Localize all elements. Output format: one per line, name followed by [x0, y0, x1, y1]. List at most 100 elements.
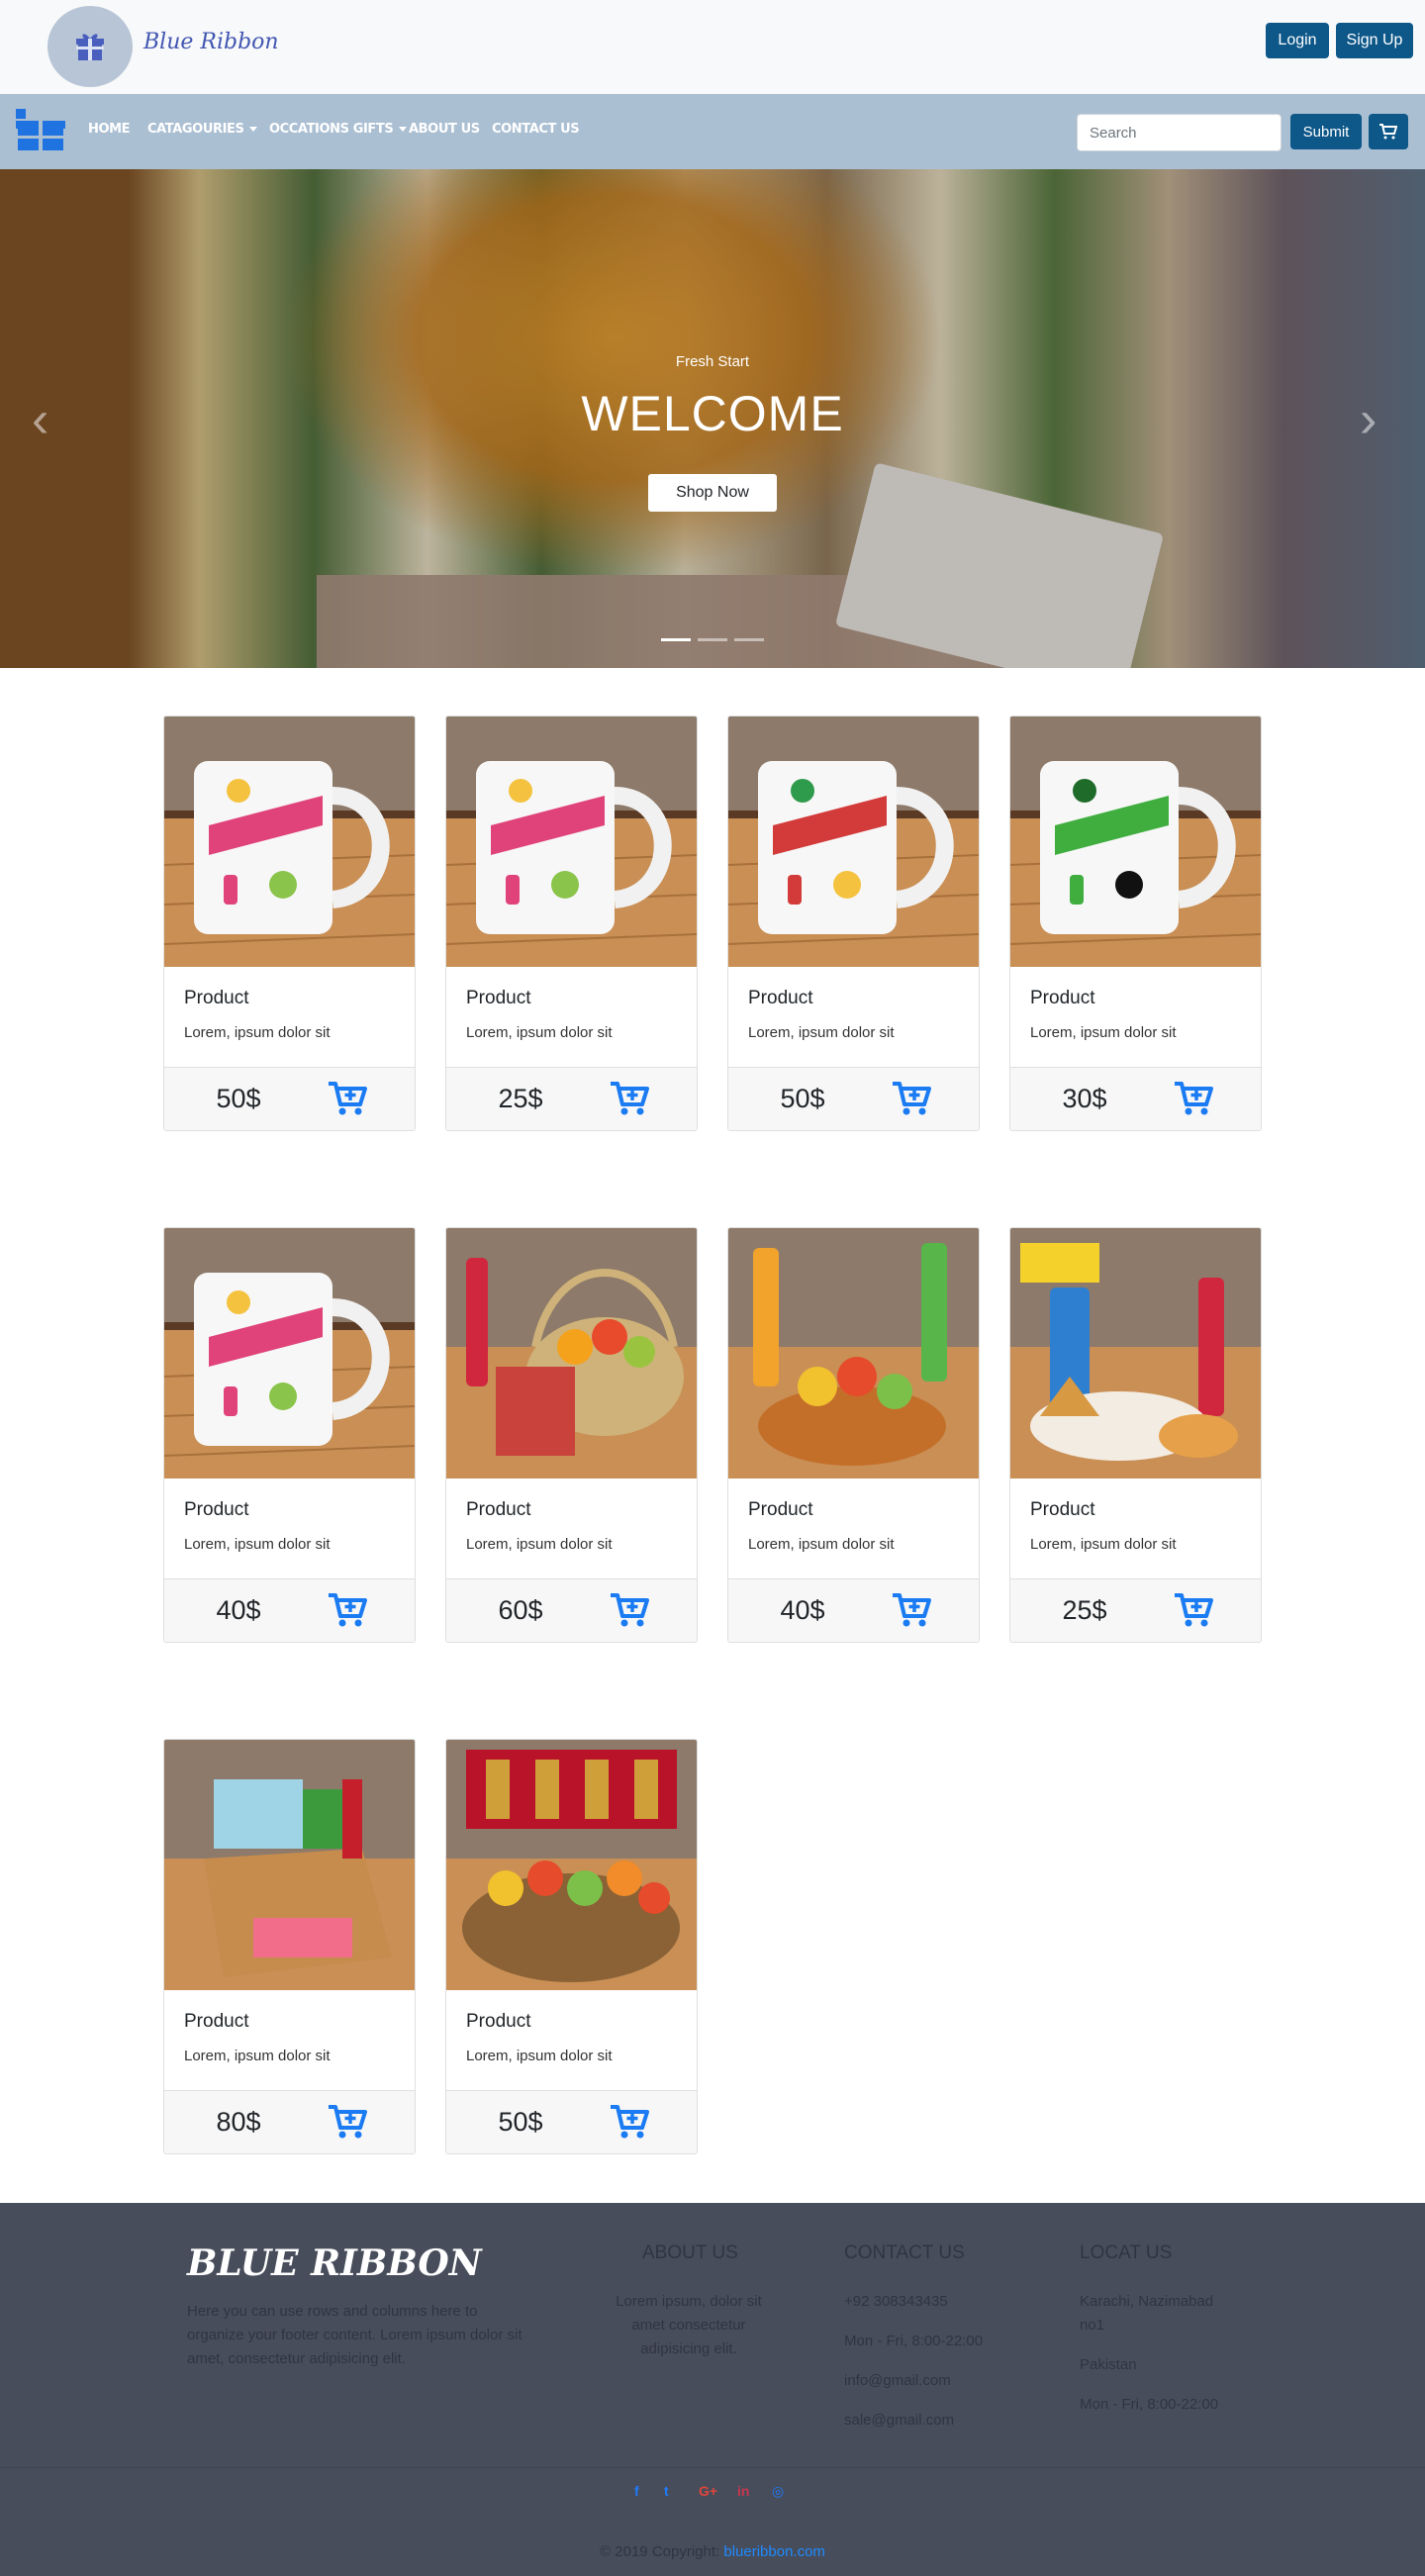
nav-home[interactable]: Home [88, 122, 131, 137]
product-price: 50$ [780, 1084, 825, 1113]
shopping-cart-icon [1379, 124, 1397, 140]
product-price: 30$ [1062, 1084, 1107, 1113]
footer-email-sale[interactable]: sale@gmail.com [844, 2409, 954, 2433]
product-price: 50$ [216, 1084, 261, 1113]
product-card[interactable]: Product Lorem, ipsum dolor sit 60$ [445, 1227, 698, 1643]
product-price: 50$ [498, 2107, 543, 2137]
product-title[interactable]: Product [1030, 988, 1094, 1009]
product-title[interactable]: Product [1030, 1499, 1094, 1521]
product-description: Lorem, ipsum dolor sit [1030, 1024, 1177, 1041]
product-title[interactable]: Product [466, 988, 530, 1009]
product-title[interactable]: Product [748, 988, 812, 1009]
product-title[interactable]: Product [466, 1499, 530, 1521]
footer-about-us-text: Lorem ipsum, dolor sit amet consectetur … [616, 2293, 762, 2357]
gift-logo-icon [76, 34, 104, 60]
product-card[interactable]: Product Lorem, ipsum dolor sit 50$ [445, 1739, 698, 2154]
add-to-cart-icon[interactable] [610, 2104, 649, 2140]
product-description: Lorem, ipsum dolor sit [466, 1024, 613, 1041]
product-description: Lorem, ipsum dolor sit [184, 2048, 331, 2064]
facebook-icon[interactable]: f [634, 2483, 639, 2499]
product-description: Lorem, ipsum dolor sit [1030, 1536, 1177, 1553]
product-card[interactable]: Product Lorem, ipsum dolor sit 40$ [163, 1227, 416, 1643]
main-navbar: Home Catagouries Occations Gifts About U… [0, 94, 1425, 169]
product-footer: 30$ [1010, 1067, 1261, 1130]
product-price: 25$ [498, 1084, 543, 1113]
product-description: Lorem, ipsum dolor sit [748, 1024, 895, 1041]
nav-occasion-gifts-label: Occations Gifts [269, 122, 394, 137]
hero-subtitle: Fresh Start [675, 353, 750, 370]
footer-address: Karachi, Nazimabad no1 [1080, 2293, 1214, 2334]
copyright-text: © 2019 Copyright: [600, 2543, 720, 2560]
product-card[interactable]: Product Lorem, ipsum dolor sit 50$ [163, 716, 416, 1131]
carousel-indicator[interactable] [698, 638, 727, 641]
product-title[interactable]: Product [184, 1499, 248, 1521]
product-description: Lorem, ipsum dolor sit [466, 2048, 613, 2064]
product-card[interactable]: Product Lorem, ipsum dolor sit 80$ [163, 1739, 416, 2154]
product-image[interactable] [1010, 1228, 1261, 1479]
nav-categories-label: Catagouries [147, 122, 244, 137]
footer-contact-heading: CONTACT US [844, 2242, 965, 2263]
hero-title: WELCOME [581, 386, 844, 441]
add-to-cart-icon[interactable] [892, 1081, 931, 1116]
nav-categories-dropdown[interactable]: Catagouries [147, 122, 258, 137]
product-card[interactable]: Product Lorem, ipsum dolor sit 30$ [1009, 716, 1262, 1131]
nav-about-us[interactable]: About Us [409, 122, 480, 137]
product-image[interactable] [164, 1740, 415, 1990]
carousel-indicator[interactable] [661, 638, 691, 641]
google-plus-icon[interactable]: G+ [699, 2483, 717, 2499]
product-price: 60$ [498, 1595, 543, 1625]
search-submit-button[interactable]: Submit [1290, 114, 1362, 149]
nav-occasion-gifts-dropdown[interactable]: Occations Gifts [269, 122, 408, 137]
add-to-cart-icon[interactable] [328, 1081, 367, 1116]
instagram-icon[interactable]: ◎ [772, 2483, 784, 2500]
product-image[interactable] [728, 716, 979, 967]
logo[interactable] [48, 6, 133, 87]
product-image[interactable] [164, 1228, 415, 1479]
brand-name[interactable]: Blue Ribbon [143, 30, 279, 54]
signup-button[interactable]: Sign Up [1336, 23, 1413, 58]
copyright-link[interactable]: blueribbon.com [723, 2543, 825, 2560]
nav-contact-us[interactable]: Contact Us [492, 122, 580, 137]
product-card[interactable]: Product Lorem, ipsum dolor sit 40$ [727, 1227, 980, 1643]
shop-now-button[interactable]: Shop Now [648, 474, 777, 512]
add-to-cart-icon[interactable] [1174, 1592, 1213, 1628]
linkedin-icon[interactable]: in [737, 2483, 749, 2499]
product-price: 40$ [216, 1595, 261, 1625]
add-to-cart-icon[interactable] [610, 1592, 649, 1628]
login-button[interactable]: Login [1266, 23, 1329, 58]
product-footer: 25$ [1010, 1578, 1261, 1642]
product-description: Lorem, ipsum dolor sit [466, 1536, 613, 1553]
product-footer: 40$ [728, 1578, 979, 1642]
add-to-cart-icon[interactable] [328, 1592, 367, 1628]
footer-email-info[interactable]: info@gmail.com [844, 2369, 951, 2393]
product-image[interactable] [728, 1228, 979, 1479]
product-image[interactable] [446, 1740, 697, 1990]
product-footer: 40$ [164, 1578, 415, 1642]
add-to-cart-icon[interactable] [1174, 1081, 1213, 1116]
top-header: Blue Ribbon Login Sign Up [0, 0, 1425, 94]
add-to-cart-icon[interactable] [328, 2104, 367, 2140]
product-title[interactable]: Product [466, 2011, 530, 2033]
copyright: © 2019 Copyright: blueribbon.com [0, 2543, 1425, 2560]
add-to-cart-icon[interactable] [892, 1592, 931, 1628]
product-price: 25$ [1062, 1595, 1107, 1625]
search-input[interactable] [1077, 114, 1282, 151]
product-image[interactable] [164, 716, 415, 967]
footer-about-heading: ABOUT US [642, 2242, 738, 2263]
footer-phone: +92 308343435 [844, 2293, 948, 2310]
product-card[interactable]: Product Lorem, ipsum dolor sit 50$ [727, 716, 980, 1131]
product-image[interactable] [446, 716, 697, 967]
product-card[interactable]: Product Lorem, ipsum dolor sit 25$ [445, 716, 698, 1131]
product-title[interactable]: Product [184, 988, 248, 1009]
product-image[interactable] [1010, 716, 1261, 967]
add-to-cart-icon[interactable] [610, 1081, 649, 1116]
product-description: Lorem, ipsum dolor sit [184, 1536, 331, 1553]
product-image[interactable] [446, 1228, 697, 1479]
gift-icon[interactable] [14, 107, 67, 152]
product-title[interactable]: Product [748, 1499, 812, 1521]
cart-button[interactable] [1369, 114, 1408, 149]
product-title[interactable]: Product [184, 2011, 248, 2033]
product-card[interactable]: Product Lorem, ipsum dolor sit 25$ [1009, 1227, 1262, 1643]
carousel-indicator[interactable] [734, 638, 764, 641]
twitter-icon[interactable]: t [664, 2483, 669, 2499]
